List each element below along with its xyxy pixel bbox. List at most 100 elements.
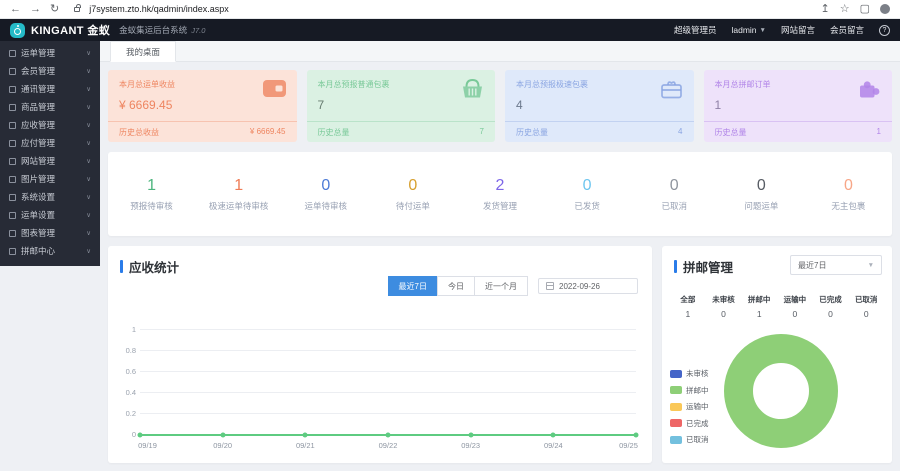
mail-stat-label: 已取消 xyxy=(848,294,884,305)
tab-my-desktop[interactable]: 我的桌面 xyxy=(110,41,176,62)
share-icon[interactable]: ↥ xyxy=(821,4,830,15)
doc-icon xyxy=(9,140,16,147)
summary-card-normal-parcels[interactable]: 本月总预报普通包裹7历史总量7 xyxy=(307,70,496,142)
bookmark-star-icon[interactable]: ☆ xyxy=(840,4,850,15)
sidebar-item-website-mgmt[interactable]: 网站管理∨ xyxy=(0,152,100,170)
user-menu[interactable]: ladmin ▼ xyxy=(731,25,765,35)
series-point xyxy=(468,433,473,438)
sidebar-item-payable-mgmt[interactable]: 应付管理∨ xyxy=(0,134,100,152)
help-icon[interactable]: ? xyxy=(879,25,890,36)
globe-icon xyxy=(9,158,16,165)
sidebar-item-receivable-mgmt[interactable]: 应收管理∨ xyxy=(0,116,100,134)
sidebar-item-waybill-mgmt[interactable]: 运单管理∨ xyxy=(0,44,100,62)
quick-stat[interactable]: 0待付运单 xyxy=(369,177,456,212)
member-messages-link[interactable]: 会员留言 xyxy=(830,24,864,36)
version-label: J7.0 xyxy=(191,26,205,35)
sidebar-item-label: 运单设置 xyxy=(21,209,55,221)
sidebar-item-label: 运单管理 xyxy=(21,47,55,59)
legend-item[interactable]: 已取消 xyxy=(670,434,709,445)
sidebar-item-label: 系统设置 xyxy=(21,191,55,203)
mail-stat[interactable]: 运输中 0 xyxy=(777,294,813,319)
quick-stat-label: 已取消 xyxy=(631,200,718,212)
back-icon[interactable]: ← xyxy=(10,4,21,15)
mail-range-select[interactable]: 最近7日 ▼ xyxy=(790,255,882,275)
sidebar-item-chart-mgmt[interactable]: 图表管理∨ xyxy=(0,224,100,242)
chat-icon xyxy=(9,86,16,93)
legend-item[interactable]: 已完成 xyxy=(670,418,709,429)
sidebar-item-label: 图片管理 xyxy=(21,173,55,185)
tab-switcher-icon[interactable]: ▢ xyxy=(860,4,870,15)
date-picker[interactable]: 2022-09-26 xyxy=(538,278,638,294)
quick-stat[interactable]: 0无主包裹 xyxy=(805,177,892,212)
mail-stat-label: 已完成 xyxy=(813,294,849,305)
quick-stat-label: 发货管理 xyxy=(456,200,543,212)
summary-card-mail-orders[interactable]: 本月总拼邮订单1历史总量1 xyxy=(704,70,893,142)
sidebar-item-comm-mgmt[interactable]: 通讯管理∨ xyxy=(0,80,100,98)
mail-stat[interactable]: 全部1 xyxy=(670,294,706,319)
x-axis-label: 09/19 xyxy=(138,441,157,450)
sidebar-item-waybill-settings[interactable]: 运单设置 ∨ xyxy=(0,206,100,224)
user-icon xyxy=(9,68,16,75)
legend-item[interactable]: 拼邮中 xyxy=(670,385,709,396)
brand-name: KINGANT 金蚁 xyxy=(31,22,110,38)
range-button[interactable]: 近一个月 xyxy=(474,276,528,296)
sidebar: 运单管理∨会员管理∨通讯管理∨商品管理∨应收管理∨应付管理∨网站管理∨图片管理∨… xyxy=(0,41,100,471)
quick-stat[interactable]: 2发货管理 xyxy=(456,177,543,212)
forward-icon[interactable]: → xyxy=(30,4,41,15)
mail-stat[interactable]: 未审核0 xyxy=(706,294,742,319)
quick-stat[interactable]: 1极速运单待审核 xyxy=(195,177,282,212)
sidebar-item-member-mgmt[interactable]: 会员管理∨ xyxy=(0,62,100,80)
site-messages-link[interactable]: 网站留言 xyxy=(781,24,815,36)
quick-stat[interactable]: 0问题运单 xyxy=(718,177,805,212)
puzzle-icon xyxy=(857,78,882,104)
chevron-down-icon: ∨ xyxy=(86,175,91,183)
sidebar-item-system-settings[interactable]: 系统设置∨ xyxy=(0,188,100,206)
browser-profile-avatar[interactable] xyxy=(880,4,890,14)
chevron-down-icon: ∨ xyxy=(86,211,91,219)
summary-card-express-parcels[interactable]: 本月总预报极速包裹4历史总量4 xyxy=(505,70,694,142)
quick-stat-value: 1 xyxy=(108,177,195,195)
chart-gridline xyxy=(140,392,636,393)
legend-swatch xyxy=(670,436,682,444)
mail-stat-label: 运输中 xyxy=(777,294,813,305)
address-bar[interactable]: j7system.zto.hk/qadmin/index.aspx xyxy=(89,4,229,14)
range-button[interactable]: 最近7日 xyxy=(388,276,438,296)
mail-stat[interactable]: 拼邮中1 xyxy=(741,294,777,319)
legend-item[interactable]: 运输中 xyxy=(670,401,709,412)
summary-card-waybill-income[interactable]: 本月总运单收益¥ 6669.45历史总收益¥ 6669.45 xyxy=(108,70,297,142)
mail-icon xyxy=(9,248,16,255)
mail-stat[interactable]: 已完成0 xyxy=(813,294,849,319)
system-name: 金蚁集运后台系统 xyxy=(119,24,187,36)
mail-stat-value: 0 xyxy=(777,309,813,319)
range-button[interactable]: 今日 xyxy=(437,276,475,296)
quick-stat[interactable]: 0已取消 xyxy=(631,177,718,212)
card-footer-value: 7 xyxy=(480,127,484,138)
chevron-down-icon: ▼ xyxy=(868,262,874,269)
sidebar-item-mail-center[interactable]: 拼邮中心∨ xyxy=(0,242,100,260)
basket-icon xyxy=(460,78,485,104)
refresh-icon[interactable]: ↻ xyxy=(50,4,59,15)
x-axis-label: 09/20 xyxy=(213,441,232,450)
mail-stats-row: 全部1未审核0拼邮中1运输中 0已完成0已取消0 xyxy=(670,294,884,319)
sidebar-item-image-mgmt[interactable]: 图片管理 ∨ xyxy=(0,170,100,188)
y-axis-label: 0 xyxy=(114,430,136,439)
chevron-down-icon: ∨ xyxy=(86,67,91,75)
quick-stat[interactable]: 0运单待审核 xyxy=(282,177,369,212)
series-point xyxy=(303,433,308,438)
legend-item[interactable]: 未审核 xyxy=(670,368,709,379)
quick-stat[interactable]: 1预报待审核 xyxy=(108,177,195,212)
gear-icon xyxy=(9,194,16,201)
quick-stat-label: 极速运单待审核 xyxy=(195,200,282,212)
card-footer: 历史总收益¥ 6669.45 xyxy=(108,121,297,142)
chevron-down-icon: ∨ xyxy=(86,229,91,237)
sidebar-item-label: 网站管理 xyxy=(21,155,55,167)
mail-title: 拼邮管理 xyxy=(683,257,733,276)
legend-label: 未审核 xyxy=(686,368,709,379)
sidebar-item-goods-mgmt[interactable]: 商品管理∨ xyxy=(0,98,100,116)
x-axis-label: 09/22 xyxy=(379,441,398,450)
x-axis-label: 09/23 xyxy=(461,441,480,450)
bag-icon xyxy=(9,104,16,111)
summary-cards: 本月总运单收益¥ 6669.45历史总收益¥ 6669.45本月总预报普通包裹7… xyxy=(108,70,892,142)
mail-stat[interactable]: 已取消0 xyxy=(848,294,884,319)
quick-stat[interactable]: 0已发货 xyxy=(544,177,631,212)
